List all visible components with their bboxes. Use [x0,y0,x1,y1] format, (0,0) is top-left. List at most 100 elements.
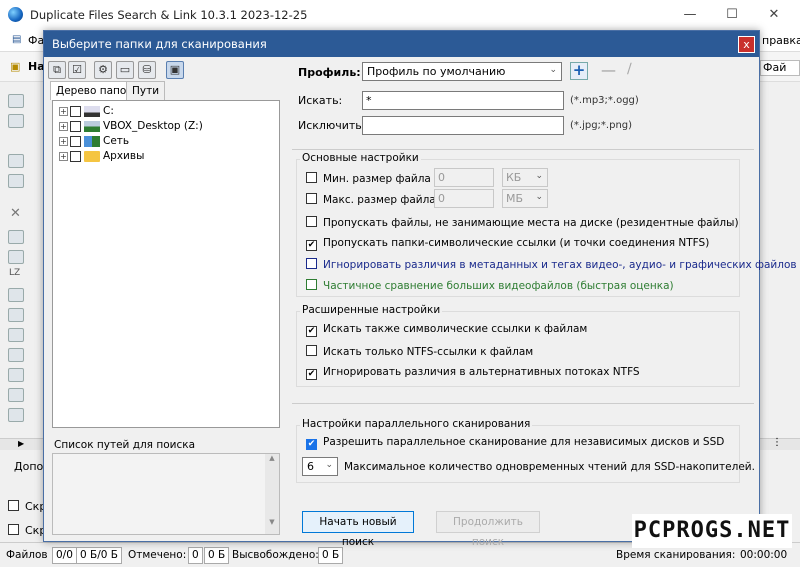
continue-search-button[interactable]: Продолжить поиск [436,511,540,548]
ignore-metadata-option[interactable]: Игнорировать различия в метаданных и тег… [306,258,797,271]
chevron-down-icon: ⌄ [535,192,543,202]
search-symlinks-option[interactable]: Искать также символические ссылки к файл… [306,323,587,337]
marked-count: 0 [188,547,203,564]
tool-sort-icon[interactable] [8,328,24,342]
tool-group-icon[interactable] [8,174,24,188]
tool-select-icon[interactable] [8,368,24,382]
tool-compare-icon[interactable] [8,154,24,168]
rename-profile-button[interactable]: ∕ [627,61,632,77]
min-size-unit[interactable]: КБ ⌄ [502,168,548,187]
threads-label: Максимальное количество одновременных чт… [344,461,755,473]
max-size-option[interactable]: Макс. размер файла [306,193,436,206]
tree-checkbox[interactable] [70,150,81,162]
grip-icon: ⋮ [772,437,782,448]
parallel-settings-title: Настройки параллельного сканирования [300,418,533,430]
max-size-input[interactable]: 0 [434,189,494,208]
tree-item-c[interactable]: + C: [59,105,114,119]
drive-icon [84,105,100,117]
search-input[interactable]: * [362,91,564,110]
ntfs-links-option[interactable]: Искать только NTFS-ссылки к файлам [306,345,533,358]
min-size-checkbox[interactable] [306,172,317,183]
tool-recycle-icon[interactable] [8,230,24,244]
partial-video-option[interactable]: Частичное сравнение больших видеофайлов … [306,279,674,292]
partial-video-checkbox[interactable] [306,279,317,290]
folder-icon [84,150,100,162]
profile-select[interactable]: Профиль по умолчанию ⌄ [362,62,562,81]
skip-symlink-folders-checkbox[interactable] [306,240,317,251]
skip-resident-option[interactable]: Пропускать файлы, не занимающие места на… [306,216,739,229]
tool-export-icon[interactable] [8,348,24,362]
title-bar: Duplicate Files Search & Link 10.3.1 202… [0,0,800,30]
tool-move-icon[interactable] [8,250,24,264]
hide-option-1[interactable]: Скр [8,500,46,513]
threads-select[interactable]: 6 ⌄ [302,457,338,476]
expand-icon[interactable]: + [59,136,68,146]
tool-filter-icon[interactable] [8,308,24,322]
tree-item-network[interactable]: + Сеть [59,135,129,149]
files-count: 0/0 [52,547,77,564]
skip-symlink-folders-option[interactable]: Пропускать папки-символические ссылки (и… [306,237,709,251]
menu-icon: ▤ [12,34,22,45]
tool-delete-icon[interactable]: ✕ [10,206,21,221]
tree-checkbox[interactable] [70,120,81,132]
tool-link-icon[interactable] [8,114,24,128]
file-column-header[interactable]: Фай [760,60,800,76]
skip-resident-checkbox[interactable] [306,216,317,227]
chevron-down-icon: ⌄ [535,171,543,181]
search-hint: (*.mp3;*.ogg) [570,95,639,106]
dialog-close-button[interactable]: x [738,36,755,53]
ignore-metadata-checkbox[interactable] [306,258,317,269]
app-logo-icon [8,7,23,22]
expand-icon[interactable]: + [59,151,68,161]
parallel-settings-group [296,425,740,483]
parallel-scan-checkbox[interactable] [306,439,317,450]
pathlist-box[interactable]: ▲ ▼ [52,453,280,535]
tree-checkbox[interactable] [70,135,81,147]
scan-time-label: Время сканирования: [616,549,736,561]
scroll-right-icon[interactable]: ▶ [18,439,24,448]
expand-icon[interactable]: + [59,121,68,131]
pathlist-scrollbar[interactable]: ▲ ▼ [265,454,279,534]
check-all-icon[interactable]: ☑ [68,61,86,79]
max-size-unit[interactable]: МБ ⌄ [502,189,548,208]
tool-lz-icon[interactable]: LZ [9,268,20,278]
advanced-settings-title: Расширенные настройки [300,304,443,316]
tree-checkbox[interactable] [70,105,81,117]
tree-tabs: Дерево папок Пути [50,81,280,100]
user-folder-icon[interactable]: ⚙ [94,61,112,79]
tab-paths[interactable]: Пути [126,81,166,100]
exclude-input[interactable] [362,116,564,135]
drives-icon[interactable]: ▭ [116,61,134,79]
dialog-title: Выберите папки для сканирования [44,31,759,57]
maximize-icon[interactable]: ☐ [722,5,742,25]
ntfs-links-checkbox[interactable] [306,345,317,356]
tree-item-vbox[interactable]: + VBOX_Desktop (Z:) [59,120,203,134]
min-size-option[interactable]: Мин. размер файла [306,172,431,185]
tool-invert-icon[interactable] [8,408,24,422]
network-drives-icon[interactable]: ⛁ [138,61,156,79]
minimize-icon[interactable]: — [680,5,700,25]
select-all-icon[interactable]: ⧉ [48,61,66,79]
tree-item-archives[interactable]: + Архивы [59,150,144,164]
ignore-streams-option[interactable]: Игнорировать различия в альтернативных п… [306,366,640,380]
tool-unselect-icon[interactable] [8,388,24,402]
max-size-checkbox[interactable] [306,193,317,204]
ignore-streams-checkbox[interactable] [306,369,317,380]
start-new-search-button[interactable]: Начать новый поиск [302,511,414,548]
save-icon[interactable]: ▣ [166,61,184,79]
remove-profile-button[interactable]: — [601,61,616,79]
parallel-scan-option[interactable]: Разрешить параллельное сканирование для … [306,436,724,450]
freed-label: Высвобождено: [232,549,319,561]
divider [292,149,754,150]
add-profile-button[interactable]: + [570,62,588,80]
tool-copy-icon[interactable] [8,94,24,108]
select-folders-dialog: Выберите папки для сканирования x ⧉ ☑ ⚙ … [43,30,797,548]
expand-icon[interactable]: + [59,106,68,116]
min-size-input[interactable]: 0 [434,168,494,187]
tool-list-icon[interactable] [8,288,24,302]
menu-item-file[interactable]: Фа [28,34,44,47]
close-icon[interactable]: ✕ [764,5,784,25]
menu-item-help[interactable]: правка [762,34,800,47]
hide-option-2[interactable]: Скр [8,524,46,537]
search-symlinks-checkbox[interactable] [306,326,317,337]
